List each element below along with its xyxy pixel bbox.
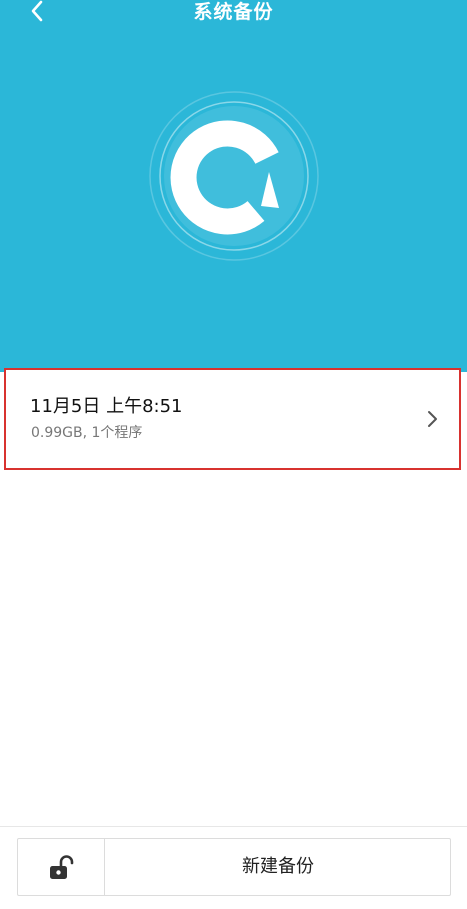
chevron-left-icon [31, 0, 43, 22]
bottom-divider [0, 826, 467, 827]
system-backup-screen: 系统备份 11月5日 上午8:51 0.99GB, 1个程序 新建备份 [0, 0, 467, 909]
lock-button[interactable] [18, 839, 105, 895]
backup-restore-icon [149, 91, 319, 261]
backup-date: 11月5日 上午8:51 [30, 396, 183, 417]
page-title: 系统备份 [193, 1, 274, 23]
bottom-action-bar: 新建备份 [17, 838, 451, 896]
new-backup-button[interactable]: 新建备份 [105, 839, 451, 895]
hero-banner: 系统备份 [0, 0, 467, 372]
backup-size-info: 0.99GB, 1个程序 [31, 425, 143, 441]
back-button[interactable] [24, 0, 52, 28]
backup-logo [139, 86, 329, 264]
chevron-right-icon [425, 408, 441, 430]
backup-list-item[interactable]: 11月5日 上午8:51 0.99GB, 1个程序 [4, 368, 461, 470]
unlock-icon [50, 855, 74, 879]
